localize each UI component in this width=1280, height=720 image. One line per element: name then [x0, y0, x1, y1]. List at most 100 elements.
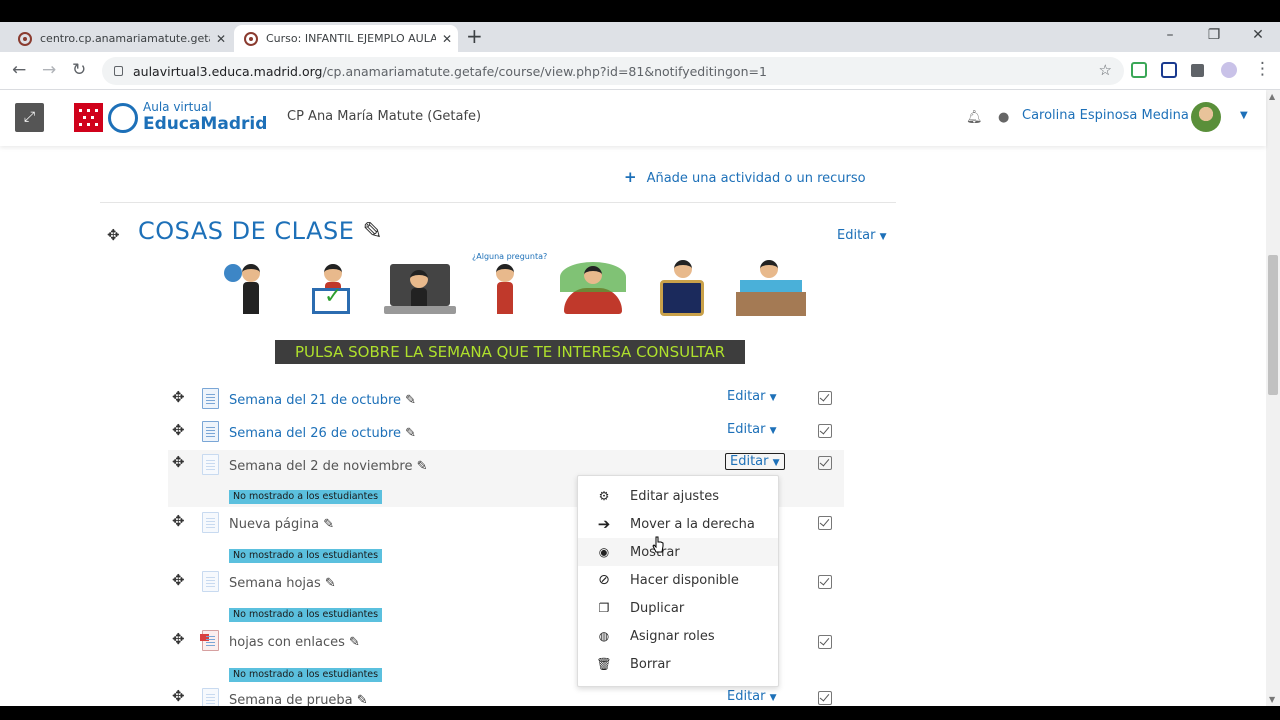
- site-navbar: ⤢ Aula virtual EducaMadrid CP Ana María …: [0, 90, 1266, 146]
- bell-icon[interactable]: 🔔︎: [966, 110, 983, 125]
- completion-checkbox[interactable]: [818, 575, 832, 589]
- question-caption: ¿Alguna pregunta?: [472, 252, 548, 261]
- activity-link[interactable]: Semana del 21 de octubre ✎: [229, 393, 416, 408]
- activity-link[interactable]: Nueva página ✎: [229, 517, 334, 532]
- menu-item-label: Duplicar: [630, 600, 685, 616]
- pencil-icon[interactable]: ✎: [357, 693, 368, 706]
- caret-down-icon: ▼: [769, 393, 777, 403]
- caret-down-icon[interactable]: ▼: [1240, 110, 1248, 121]
- hidden-badge: No mostrado a los estudiantes: [229, 490, 383, 504]
- extension-screen-icon[interactable]: [1161, 62, 1177, 78]
- expand-icon[interactable]: ⤢: [15, 103, 44, 132]
- activity-link[interactable]: Semana del 2 de noviembre ✎: [229, 459, 428, 474]
- edit-menu-open[interactable]: Editar ▼: [725, 453, 785, 470]
- close-window-icon[interactable]: ✕: [1236, 22, 1280, 50]
- hand-cursor-icon: [652, 536, 664, 553]
- edit-menu[interactable]: Editar ▼: [727, 422, 777, 437]
- pencil-icon[interactable]: ✎: [363, 217, 384, 245]
- move-handle-icon[interactable]: ✥: [172, 453, 185, 471]
- menu-item-label: Mover a la derecha: [630, 516, 755, 532]
- move-handle-icon[interactable]: ✥: [172, 630, 185, 648]
- activity-link[interactable]: Semana del 26 de octubre ✎: [229, 426, 416, 441]
- extensions-puzzle-icon[interactable]: [1191, 64, 1204, 77]
- page-icon: [202, 454, 219, 475]
- scroll-down-icon[interactable]: ▼: [1269, 695, 1275, 704]
- site-name[interactable]: CP Ana María Matute (Getafe): [287, 109, 481, 124]
- completion-checkbox[interactable]: [818, 456, 832, 470]
- ban-icon: ⊘: [598, 572, 610, 588]
- activity-row-7: ✥ Semana de prueba ✎ Editar ▼: [168, 686, 844, 706]
- menu-item-move-right[interactable]: ➔ Mover a la derecha: [578, 510, 778, 538]
- menu-item-show[interactable]: ◉ Mostrar: [578, 538, 778, 566]
- add-activity-link[interactable]: + Añade una actividad o un recurso: [624, 168, 866, 186]
- menu-item-label: Borrar: [630, 656, 671, 672]
- menu-item-delete[interactable]: 🗑︎ Borrar: [578, 650, 778, 678]
- activity-title: Semana del 2 de noviembre: [229, 459, 413, 474]
- reload-icon[interactable]: ↻: [72, 60, 86, 80]
- user-circle-icon: ◍: [598, 629, 610, 643]
- logo-title[interactable]: EducaMadrid: [143, 114, 267, 134]
- user-name[interactable]: Carolina Espinosa Medina: [1022, 108, 1189, 123]
- activity-link[interactable]: hojas con enlaces ✎: [229, 635, 360, 650]
- restore-icon[interactable]: ❐: [1192, 22, 1236, 50]
- page-icon: [202, 571, 219, 592]
- kebab-menu-icon[interactable]: ⋮: [1254, 59, 1271, 79]
- browser-tab-centro[interactable]: centro.cp.anamariamatute.getafe ✕: [8, 25, 232, 52]
- menu-item-duplicate[interactable]: ❐ Duplicar: [578, 594, 778, 622]
- edit-dropdown-menu: ⚙ Editar ajustes ➔ Mover a la derecha ◉ Mos…: [577, 475, 779, 687]
- move-handle-icon[interactable]: ✥: [172, 571, 185, 589]
- comunidad-madrid-logo: [74, 103, 103, 132]
- section-banner: PULSA SOBRE LA SEMANA QUE TE INTERESA CO…: [275, 340, 745, 364]
- browser-tab-curso[interactable]: Curso: INFANTIL EJEMPLO AULA ✕: [234, 25, 458, 52]
- completion-checkbox[interactable]: [818, 516, 832, 530]
- edit-menu[interactable]: Editar ▼: [727, 689, 777, 704]
- divider: [100, 202, 896, 203]
- new-tab-button[interactable]: +: [466, 24, 483, 48]
- pencil-icon[interactable]: ✎: [405, 393, 416, 408]
- menu-item-edit-settings[interactable]: ⚙ Editar ajustes: [578, 482, 778, 510]
- move-handle-icon[interactable]: ✥: [107, 226, 120, 244]
- page-icon: [202, 421, 219, 442]
- pencil-icon[interactable]: ✎: [417, 459, 428, 474]
- activity-link[interactable]: Semana de prueba ✎: [229, 693, 368, 706]
- move-handle-icon[interactable]: ✥: [172, 388, 185, 406]
- move-handle-icon[interactable]: ✥: [172, 512, 185, 530]
- edit-menu[interactable]: Editar ▼: [727, 389, 777, 404]
- section-edit-menu[interactable]: Editar ▼: [837, 228, 887, 243]
- extension-green-icon[interactable]: [1131, 62, 1147, 78]
- move-handle-icon[interactable]: ✥: [172, 421, 185, 439]
- pencil-icon[interactable]: ✎: [405, 426, 416, 441]
- completion-checkbox[interactable]: [818, 635, 832, 649]
- page-icon: [202, 688, 219, 706]
- pencil-icon[interactable]: ✎: [323, 517, 334, 532]
- url-host: aulavirtual3.educa.madrid.org: [133, 63, 323, 79]
- completion-checkbox[interactable]: [818, 691, 832, 705]
- back-arrow-icon[interactable]: ←: [12, 60, 26, 80]
- profile-icon[interactable]: [1221, 62, 1237, 78]
- pencil-icon[interactable]: ✎: [349, 635, 360, 650]
- forward-arrow-icon[interactable]: →: [42, 60, 56, 80]
- page-scrollbar[interactable]: ▲ ▼: [1266, 90, 1280, 706]
- close-icon[interactable]: ✕: [436, 32, 458, 46]
- activity-title: Semana del 21 de octubre: [229, 393, 402, 408]
- close-icon[interactable]: ✕: [210, 32, 232, 46]
- completion-checkbox[interactable]: [818, 391, 832, 405]
- address-bar[interactable]: aulavirtual3.educa.madrid.org/cp.anamari…: [102, 57, 1124, 85]
- completion-checkbox[interactable]: [818, 424, 832, 438]
- bookmark-star-icon[interactable]: ☆: [1099, 61, 1112, 79]
- scroll-up-icon[interactable]: ▲: [1269, 92, 1275, 101]
- avatar[interactable]: [1191, 102, 1221, 132]
- scrollbar-thumb[interactable]: [1268, 255, 1278, 395]
- chat-bubble-icon[interactable]: ●: [998, 110, 1009, 125]
- caret-down-icon: ▼: [769, 693, 777, 703]
- edit-label: Editar: [727, 389, 766, 404]
- edit-label: Editar: [727, 689, 766, 704]
- lock-icon: [114, 66, 123, 76]
- pencil-icon[interactable]: ✎: [325, 576, 336, 591]
- move-handle-icon[interactable]: ✥: [172, 687, 185, 705]
- activity-link[interactable]: Semana hojas ✎: [229, 576, 336, 591]
- tab-title: centro.cp.anamariamatute.getafe: [40, 32, 210, 45]
- menu-item-assign-roles[interactable]: ◍ Asignar roles: [578, 622, 778, 650]
- minimize-icon[interactable]: –: [1148, 22, 1192, 50]
- menu-item-make-available[interactable]: ⊘ Hacer disponible: [578, 566, 778, 594]
